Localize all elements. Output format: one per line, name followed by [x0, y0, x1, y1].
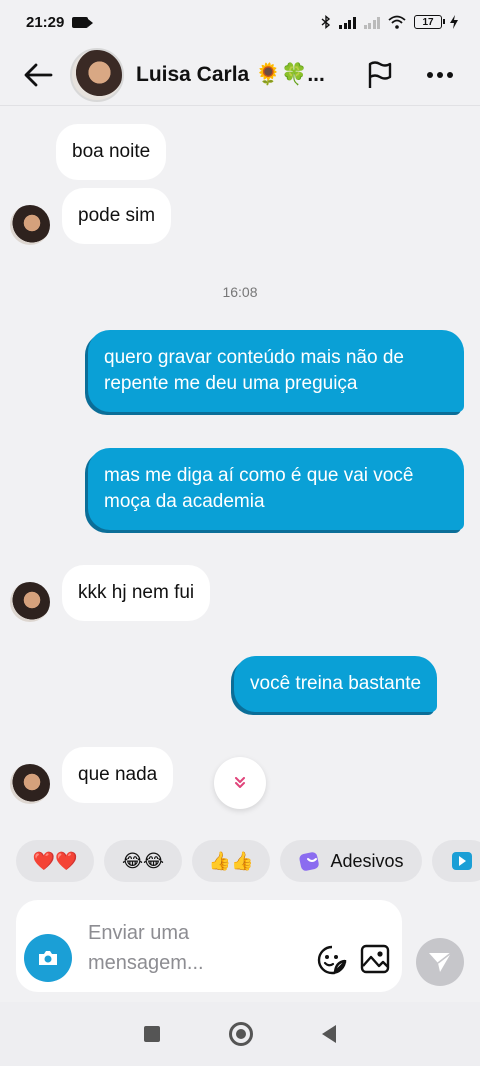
- camera-icon: [39, 951, 57, 965]
- message-outgoing[interactable]: você treina bastante: [234, 656, 438, 712]
- message-outgoing[interactable]: quero gravar conteúdo mais não de repent…: [88, 330, 464, 412]
- signal-secondary-icon: [363, 16, 380, 29]
- more-horizontal-icon: [427, 71, 453, 78]
- recent-apps-icon[interactable]: [144, 1026, 161, 1042]
- battery-icon: 17: [414, 15, 445, 29]
- sticker-icon: [299, 852, 320, 871]
- video-icon: [452, 852, 472, 870]
- message-timestamp: 16:08: [222, 284, 258, 300]
- battery-level: 17: [422, 16, 434, 28]
- arrow-left-icon: [24, 63, 53, 86]
- quick-reply-bar: ❤️❤️ 😂😂 👍👍 Adesivos: [16, 840, 480, 882]
- status-right: 17: [321, 15, 458, 29]
- system-navigation-bar: [0, 1002, 480, 1066]
- quick-reply-thumbs[interactable]: 👍👍: [192, 840, 270, 882]
- gallery-button[interactable]: [360, 944, 392, 976]
- message-incoming[interactable]: que nada: [62, 747, 174, 803]
- flag-icon: [368, 60, 392, 88]
- back-triangle-icon[interactable]: [321, 1025, 336, 1043]
- contact-name[interactable]: Luisa Carla 🌻🍀...: [136, 63, 360, 87]
- screen-record-icon: [72, 16, 94, 28]
- charging-icon: [450, 15, 458, 29]
- status-bar: 21:29 17: [0, 0, 480, 44]
- send-button[interactable]: [416, 938, 464, 986]
- message-incoming[interactable]: pode sim: [62, 188, 172, 244]
- send-icon: [429, 952, 452, 972]
- message-incoming[interactable]: boa noite: [56, 124, 167, 180]
- image-icon: [360, 944, 390, 974]
- sticker-face-button[interactable]: [316, 944, 350, 978]
- home-icon[interactable]: [228, 1022, 253, 1046]
- message-incoming[interactable]: kkk hj nem fui: [62, 565, 211, 621]
- more-options-button[interactable]: [420, 55, 460, 95]
- stickers-label: Adesivos: [330, 850, 404, 871]
- message-input[interactable]: [88, 918, 248, 978]
- camera-button[interactable]: [24, 934, 72, 982]
- chat-header: Luisa Carla 🌻🍀...: [0, 44, 480, 106]
- bluetooth-icon: [321, 15, 331, 29]
- report-button[interactable]: [360, 55, 400, 95]
- contact-avatar-small[interactable]: [10, 205, 50, 245]
- contact-avatar[interactable]: [70, 47, 124, 102]
- message-outgoing[interactable]: mas me diga aí como é que vai você moça …: [88, 448, 464, 530]
- stickers-button[interactable]: Adesivos: [280, 840, 422, 882]
- scroll-to-bottom-button[interactable]: [214, 757, 266, 809]
- video-chip-button[interactable]: [432, 840, 480, 882]
- contact-avatar-small[interactable]: [10, 764, 50, 804]
- wifi-icon: [388, 15, 406, 29]
- message-composer: [16, 900, 402, 992]
- quick-reply-laugh[interactable]: 😂😂: [104, 840, 182, 882]
- sticker-face-icon: [317, 945, 347, 975]
- status-left: 21:29: [26, 13, 94, 31]
- quick-reply-hearts[interactable]: ❤️❤️: [16, 840, 94, 882]
- chevron-double-down-icon: [235, 777, 245, 788]
- contact-avatar-small[interactable]: [10, 582, 50, 622]
- back-button[interactable]: [20, 57, 56, 93]
- signal-icon: [339, 16, 356, 29]
- status-time: 21:29: [26, 13, 65, 31]
